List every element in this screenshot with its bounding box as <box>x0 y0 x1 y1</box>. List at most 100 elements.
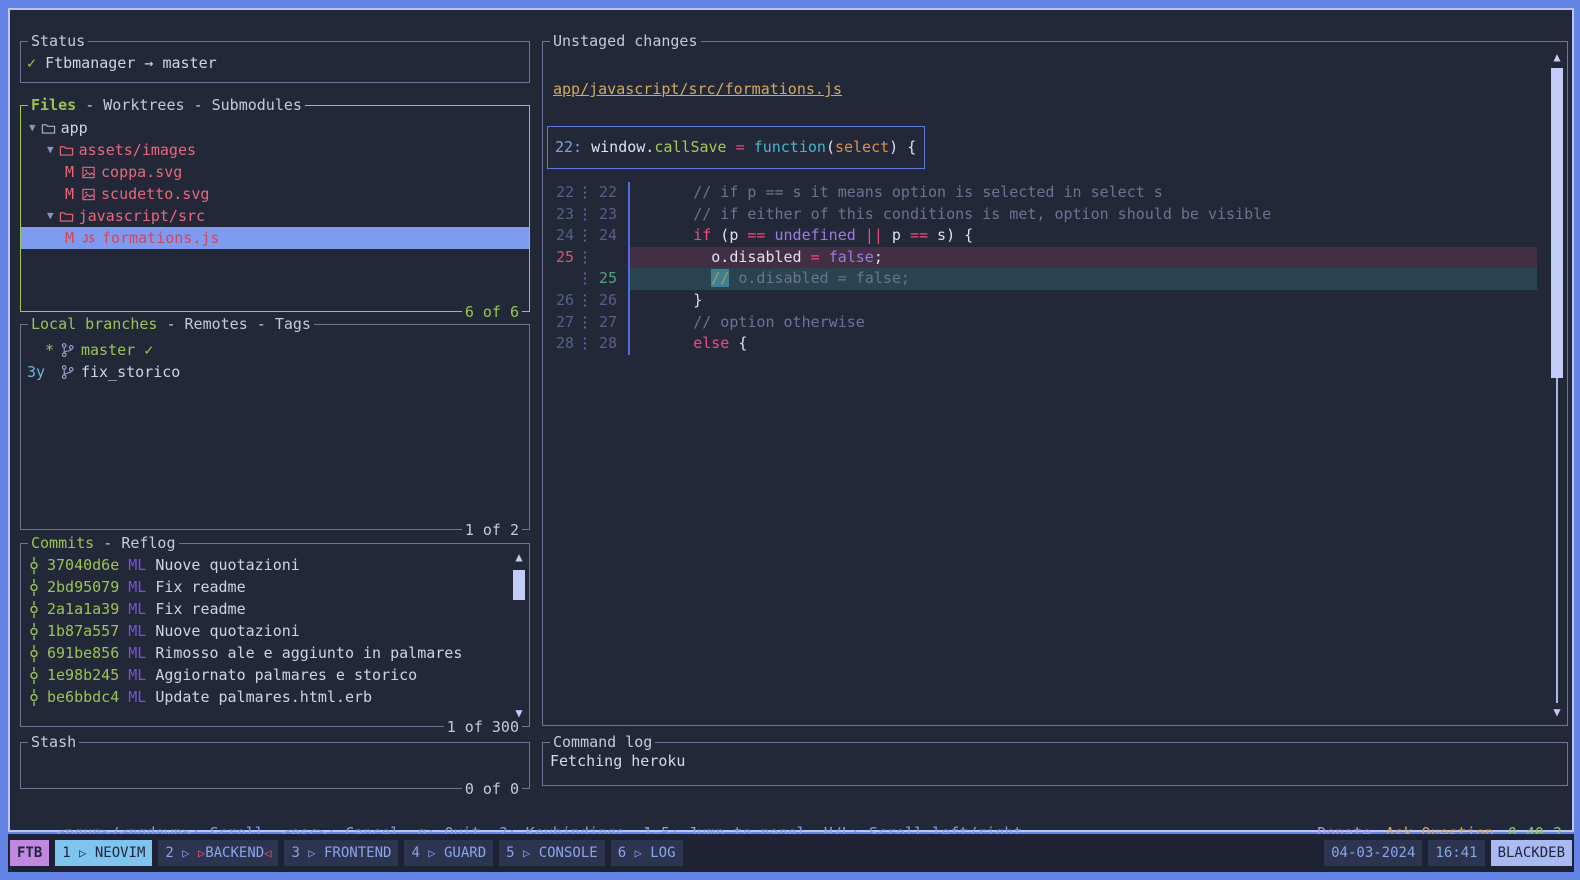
new-line-number: 26 <box>599 290 618 309</box>
commit-message: Aggiornato palmares e storico <box>155 666 418 684</box>
command-log-panel[interactable]: Command log Fetching heroku <box>542 732 1568 786</box>
window-separator-icon: ▷ <box>428 846 436 860</box>
commit-row[interactable]: 1e98b245 ML Aggiornato palmares e storico <box>21 664 529 686</box>
commits-count: 1 of 300 <box>443 717 522 737</box>
diff-line-added[interactable]: ⋮ 25 // o.disabled = false; <box>544 268 1537 290</box>
commit-row[interactable]: 1b87a557 ML Nuove quotazioni <box>21 620 529 642</box>
scroll-up-icon[interactable]: ▲ <box>1550 50 1564 64</box>
tab-tags[interactable]: Tags <box>275 315 311 333</box>
commit-icon <box>30 578 38 596</box>
diff-view[interactable]: 22 ⋮ 22 // if p == s it means option is se… <box>544 182 1537 355</box>
tab-local-branches[interactable]: Local branches <box>31 315 157 333</box>
status-panel[interactable]: Status ✓ Ftbmanager → master <box>20 31 530 83</box>
window-separator-icon: ▷ <box>182 846 190 860</box>
diff-line[interactable]: 24 ⋮ 24 if (p == undefined || p == s) { <box>544 225 1537 247</box>
image-file-icon <box>82 188 95 200</box>
tab-separator: - <box>166 315 176 333</box>
tab-files[interactable]: Files <box>31 96 76 114</box>
commit-author-tag: ML <box>128 666 147 684</box>
diff-scrollbar[interactable]: ▲ ▼ <box>1550 50 1564 719</box>
branch-row-master[interactable]: * master ✓ <box>21 339 529 361</box>
files-panel[interactable]: Files - Worktrees - Submodules 6 of 6 ▼ … <box>20 95 530 322</box>
tab-submodules[interactable]: Submodules <box>212 96 302 114</box>
commit-row[interactable]: 2a1a1a39 ML Fix readme <box>21 598 529 620</box>
commit-row[interactable]: be6bbdc4 ML Update palmares.html.erb <box>21 686 529 708</box>
file-tree-row-formations-js[interactable]: M JS formations.js <box>21 227 529 249</box>
tab-commits[interactable]: Commits <box>31 534 94 552</box>
commit-row[interactable]: 2bd95079 ML Fix readme <box>21 576 529 598</box>
file-tree-row-app[interactable]: ▼ app <box>21 117 529 139</box>
file-tree-row-assets-images[interactable]: ▼ assets/images <box>21 139 529 161</box>
scroll-up-icon[interactable]: ▲ <box>512 550 526 564</box>
expand-arrow-icon[interactable]: ▼ <box>47 205 54 227</box>
branches-panel[interactable]: Local branches - Remotes - Tags 1 of 2 *… <box>20 314 530 540</box>
commit-hash: 2a1a1a39 <box>47 600 120 618</box>
file-tree-row-scudetto-svg[interactable]: M scudetto.svg <box>21 183 529 205</box>
diff-line[interactable]: 28 ⋮ 28 else { <box>544 333 1537 355</box>
window-number: 3 <box>291 845 300 861</box>
folder-icon <box>41 123 55 134</box>
expand-arrow-icon[interactable]: ▼ <box>29 117 36 139</box>
window-number: 1 <box>62 845 71 861</box>
branch-row-fix-storico[interactable]: 3y fix_storico <box>21 361 529 383</box>
hunk-header[interactable]: 22: window.callSave = function(select) { <box>547 126 925 169</box>
code-line: else { <box>693 334 748 353</box>
image-file-icon <box>82 166 95 178</box>
code-line: } <box>630 290 703 309</box>
tmux-window-frontend[interactable]: 3 ▷ FRONTEND <box>284 840 399 866</box>
tmux-window-neovim[interactable]: 1 ▷ NEOVIM <box>55 840 153 866</box>
commit-message: Fix readme <box>155 578 246 596</box>
main-panel-title: Unstaged changes <box>550 31 701 51</box>
modified-status: M <box>65 163 75 181</box>
diff-file-path[interactable]: app/javascript/src/formations.js <box>553 80 842 98</box>
diff-line[interactable]: 26 ⋮ 26 } <box>544 289 1537 312</box>
tab-remotes[interactable]: Remotes <box>185 315 248 333</box>
commit-icon <box>30 688 38 706</box>
tmux-hostname: BLACKDEB <box>1490 840 1572 866</box>
window-number: 2 <box>165 845 174 861</box>
commit-author-tag: ML <box>128 556 147 574</box>
tmux-window-backend[interactable]: 2 ▷ ▷BACKEND◁ <box>158 840 279 866</box>
modified-status: M <box>65 229 75 247</box>
commit-message: Fix readme <box>155 600 246 618</box>
diff-line[interactable]: 27 ⋮ 27 // option otherwise <box>544 311 1537 334</box>
tab-reflog[interactable]: Reflog <box>121 534 175 552</box>
file-name: coppa.svg <box>101 163 183 181</box>
tab-worktrees[interactable]: Worktrees <box>103 96 184 114</box>
scrollbar-thumb[interactable] <box>513 570 525 600</box>
diff-line-removed[interactable]: 25 ⋮ o.disabled = false; <box>544 246 1537 269</box>
code-line: o.disabled = false; <box>630 246 1537 269</box>
commit-row[interactable]: 691be856 ML Rimosso ale e aggiunto in palm… <box>21 642 529 664</box>
scroll-down-icon[interactable]: ▼ <box>1550 705 1564 719</box>
line-number-separator: ⋮ <box>577 269 593 288</box>
new-line-number: 23 <box>599 204 618 223</box>
tmux-window-console[interactable]: 5 ▷ CONSOLE <box>499 840 605 866</box>
tmux-session-chip[interactable]: FTB <box>10 840 50 866</box>
window-label: GUARD <box>443 845 487 861</box>
window-separator-icon: ▷ <box>308 846 316 860</box>
scrollbar-thumb[interactable] <box>1551 68 1563 378</box>
window-number: 5 <box>506 845 515 861</box>
window-label: CONSOLE <box>538 845 598 861</box>
commit-author-tag: ML <box>128 622 147 640</box>
diff-line[interactable]: 22 ⋮ 22 // if p == s it means option is se… <box>544 182 1537 204</box>
expand-arrow-icon[interactable]: ▼ <box>47 139 54 161</box>
old-line-number: 25 <box>555 247 574 266</box>
file-tree-row-javascript-src[interactable]: ▼ javascript/src <box>21 205 529 227</box>
line-number-separator: ⋮ <box>577 312 593 331</box>
unstaged-changes-panel[interactable]: Unstaged changes app/javascript/src/form… <box>542 31 1568 726</box>
old-line-number: 24 <box>555 226 574 245</box>
branch-name: master <box>81 341 136 359</box>
commit-row[interactable]: 37040d6e ML Nuove quotazioni <box>21 554 529 576</box>
line-number-separator: ⋮ <box>577 226 593 245</box>
tmux-window-log[interactable]: 6 ▷ LOG <box>610 840 683 866</box>
diff-line[interactable]: 23 ⋮ 23 // if either of this conditions is… <box>544 203 1537 226</box>
scroll-down-icon[interactable]: ▼ <box>512 706 526 720</box>
stash-panel[interactable]: Stash 0 of 0 <box>20 732 530 799</box>
tmux-window-guard[interactable]: 4 ▷ GUARD <box>404 840 494 866</box>
commit-hash: 1e98b245 <box>47 666 120 684</box>
tmux-date: 04-03-2024 <box>1324 840 1423 866</box>
commits-scrollbar[interactable]: ▲ ▼ <box>512 550 526 720</box>
file-tree-row-coppa-svg[interactable]: M coppa.svg <box>21 161 529 183</box>
commits-panel[interactable]: Commits - Reflog 1 of 300 37040d6e ML Nuov… <box>20 533 530 737</box>
